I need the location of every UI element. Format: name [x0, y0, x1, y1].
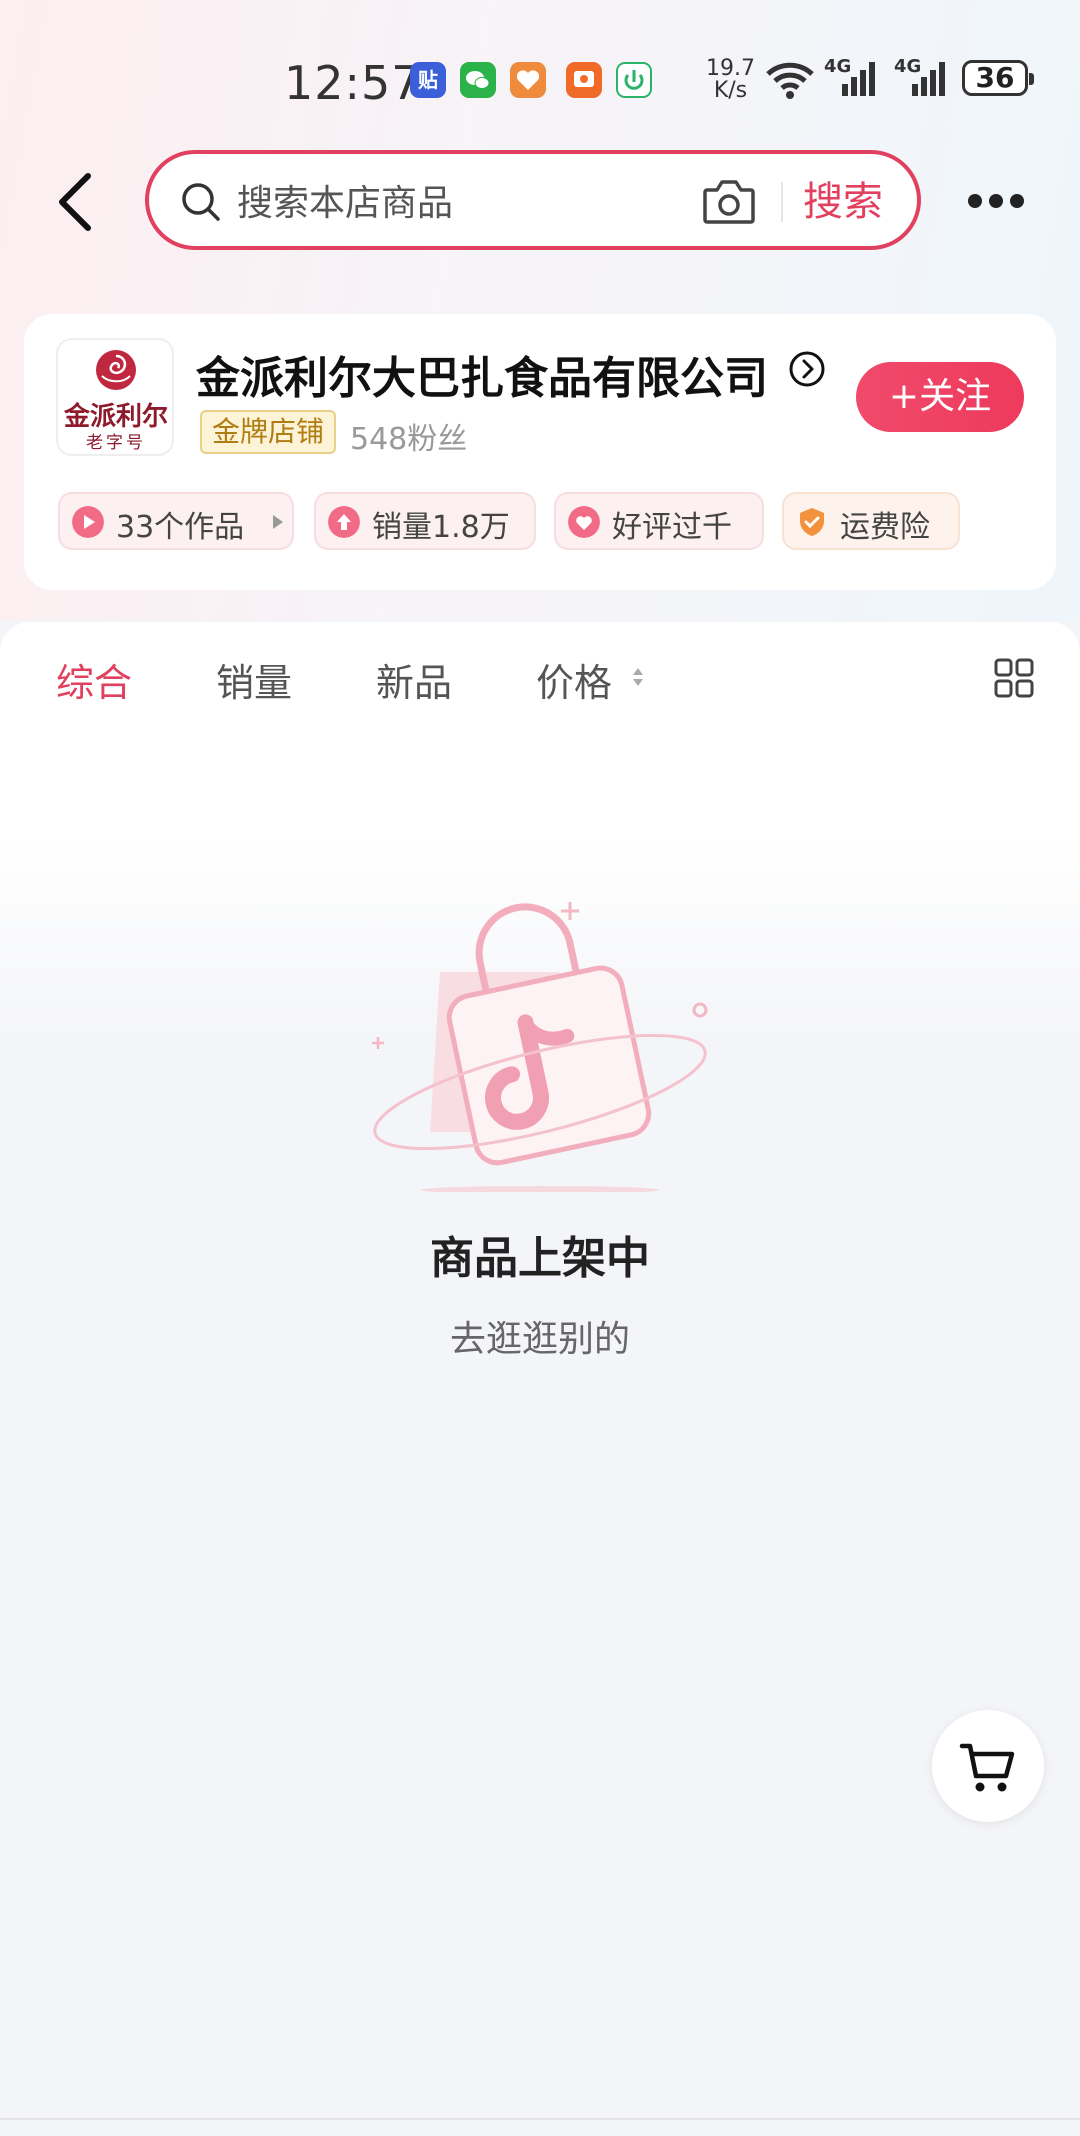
rose-logo-icon: [96, 350, 136, 390]
status-bar: 12:57 贴 19.7 K/s 4G 4G 36: [0, 40, 1080, 122]
fans-count: 548粉丝: [350, 422, 468, 457]
search-input[interactable]: [235, 172, 739, 234]
follow-button[interactable]: +关注: [856, 362, 1024, 432]
network-speed-unit: K/s: [713, 78, 748, 103]
chevron-right-circle-icon[interactable]: [788, 350, 826, 388]
search-divider: [781, 182, 783, 222]
sort-tab-comprehensive[interactable]: 综合: [56, 652, 132, 707]
more-options-button[interactable]: [966, 186, 1026, 216]
health-app-icon: [510, 62, 546, 98]
tag-label: 销量1.8万: [372, 510, 510, 545]
network-speed-value: 19.7: [706, 56, 755, 81]
search-button[interactable]: 搜索: [803, 172, 883, 232]
products-panel: 综合 销量 新品 价格 商品上架中 去逛逛别的: [0, 622, 1080, 2136]
wifi-icon: [766, 62, 814, 99]
shop-logo[interactable]: 金派利尔 老字号: [56, 338, 174, 456]
camera-icon[interactable]: [701, 176, 757, 226]
triangle-right-icon: [273, 515, 283, 529]
video-app-icon: [566, 62, 602, 98]
cart-button[interactable]: [932, 1710, 1044, 1822]
battery-indicator: 36: [962, 60, 1034, 96]
bottom-divider: [0, 2118, 1080, 2120]
logo-subtext: 老字号: [86, 433, 146, 453]
gold-shop-badge: 金牌店铺: [200, 410, 337, 454]
sort-tab-new[interactable]: 新品: [376, 652, 452, 707]
back-arrow-icon: [59, 173, 91, 231]
tag-label: 运费险: [840, 510, 930, 545]
tag-label: 33个作品: [116, 510, 245, 545]
shopping-cart-icon: [959, 1743, 1015, 1792]
grid-layout-icon[interactable]: [994, 658, 1034, 698]
network-speed: 19.7 K/s: [706, 58, 755, 102]
tag-label: 好评过千: [612, 510, 732, 545]
sort-arrows-icon: [633, 668, 643, 686]
back-button[interactable]: [50, 170, 106, 234]
status-time: 12:57: [284, 56, 422, 110]
tag-works[interactable]: 33个作品: [58, 492, 294, 550]
heart-icon: [568, 506, 600, 538]
shield-icon: [800, 508, 824, 536]
search-bar[interactable]: 搜索: [145, 150, 921, 250]
signal-icon-2: 4G: [894, 58, 945, 96]
tag-sales[interactable]: 销量1.8万: [314, 492, 536, 550]
power-app-icon: [616, 62, 652, 98]
sort-tab-price[interactable]: 价格: [536, 652, 612, 707]
shop-name[interactable]: 金派利尔大巴扎食品有限公司: [196, 342, 796, 406]
sort-tab-sales[interactable]: 销量: [216, 652, 292, 707]
signal-icon-1: 4G: [824, 58, 875, 96]
shop-info-card: 金派利尔 老字号 金派利尔大巴扎食品有限公司 金牌店铺 548粉丝 +关注 33…: [24, 314, 1056, 590]
empty-shopping-bag-icon: [372, 902, 708, 1192]
tieba-icon: 贴: [410, 62, 446, 98]
empty-state-subtitle[interactable]: 去逛逛别的: [0, 1310, 1080, 1362]
play-icon: [72, 506, 104, 538]
sales-up-icon: [328, 506, 360, 538]
tag-reviews[interactable]: 好评过千: [554, 492, 764, 550]
wechat-icon: [460, 62, 496, 98]
search-icon: [182, 183, 220, 221]
empty-state-title: 商品上架中: [430, 1233, 650, 1284]
tag-shipping-insurance[interactable]: 运费险: [782, 492, 960, 550]
